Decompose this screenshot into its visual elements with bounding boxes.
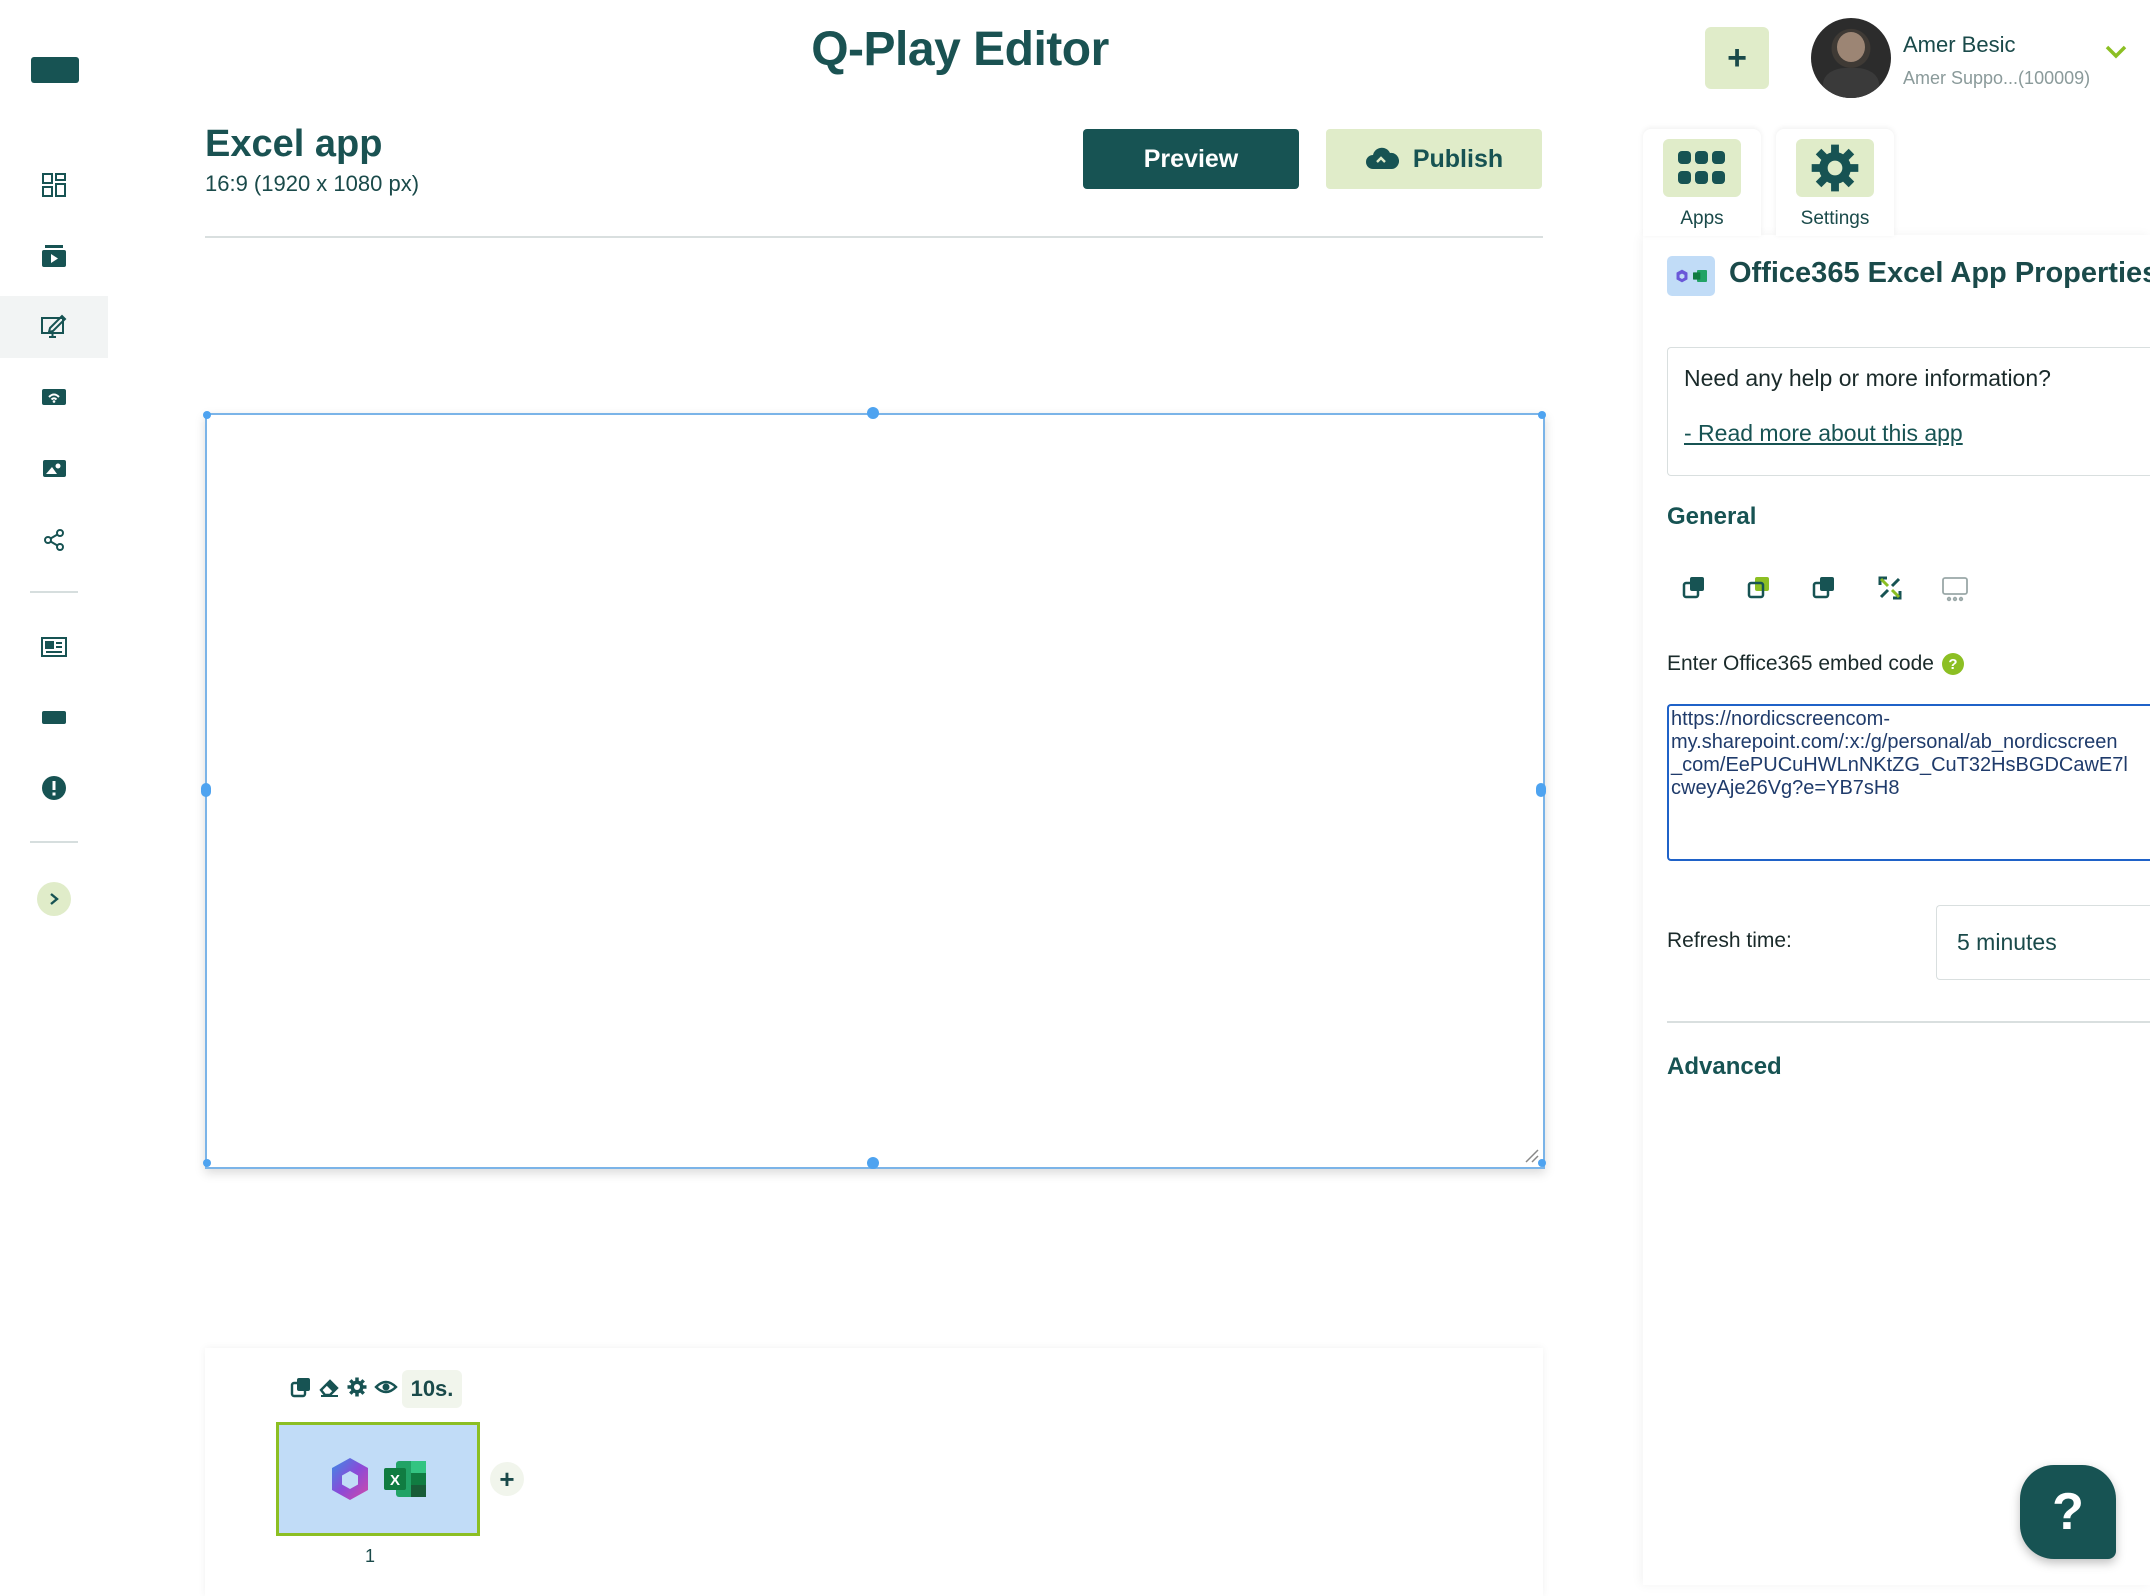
logo[interactable] [31, 57, 79, 83]
news-icon [41, 637, 67, 657]
office365-icon [1676, 269, 1687, 283]
embed-code-label-row: Enter Office365 embed code ? [1667, 652, 1964, 676]
general-heading: General [1667, 503, 1757, 530]
sidebar-item-news[interactable] [0, 616, 108, 678]
media-icon [42, 245, 66, 267]
resize-grip-icon[interactable] [1524, 1148, 1540, 1164]
resize-handle-top[interactable] [867, 407, 879, 419]
bring-forward-icon[interactable] [1680, 573, 1710, 603]
eye-icon[interactable] [374, 1376, 398, 1398]
embed-code-label: Enter Office365 embed code [1667, 652, 1934, 675]
slide-duration[interactable]: 10s. [402, 1370, 462, 1408]
slide-thumbnail[interactable]: X [276, 1422, 480, 1536]
user-name[interactable]: Amer Besic [1903, 32, 2015, 58]
svg-text:X: X [390, 1472, 400, 1489]
resize-handle-top-right[interactable] [1538, 411, 1546, 419]
sidebar-item-dashboard[interactable] [0, 154, 108, 216]
sidebar [0, 0, 108, 1596]
apps-grid-icon [1663, 139, 1741, 197]
resize-handle-left[interactable] [201, 783, 211, 797]
duplicate-icon[interactable] [290, 1376, 312, 1398]
sidebar-item-editor[interactable] [0, 296, 108, 358]
slide-number: 1 [365, 1546, 376, 1566]
dashboard-icon [42, 173, 66, 197]
preview-button[interactable]: Preview [1083, 129, 1299, 189]
cloud-upload-icon [1365, 147, 1399, 169]
publish-button[interactable]: Publish [1326, 129, 1542, 189]
duplicate-icon[interactable] [1810, 573, 1840, 603]
fullscreen-icon[interactable] [1875, 573, 1905, 603]
resize-handle-bottom[interactable] [867, 1157, 879, 1169]
tab-apps[interactable]: Apps [1643, 129, 1761, 236]
help-chat-button[interactable]: ? [2020, 1465, 2116, 1559]
tab-settings-label: Settings [1800, 208, 1870, 229]
editor-icon [41, 314, 67, 338]
sidebar-expand-button[interactable] [0, 868, 108, 930]
sidebar-item-media[interactable] [0, 225, 108, 287]
sidebar-item-share[interactable] [0, 509, 108, 571]
panel-divider [1667, 1021, 2150, 1023]
chevron-down-icon[interactable] [2104, 44, 2128, 60]
help-question: Need any help or more information? [1684, 365, 2051, 391]
sidebar-divider [30, 591, 78, 593]
advanced-heading[interactable]: Advanced [1667, 1053, 1782, 1081]
header-divider [205, 236, 1543, 238]
excel-icon [1692, 270, 1707, 282]
refresh-time-select[interactable]: 5 minutes [1936, 905, 2150, 980]
expand-icon [37, 882, 71, 916]
panel-title: Office365 Excel App Properties [1729, 257, 2150, 289]
screens-icon [42, 389, 66, 405]
publish-label: Publish [1412, 144, 1504, 173]
send-backward-icon[interactable] [1745, 573, 1775, 603]
display-icon [42, 711, 66, 724]
refresh-time-label: Refresh time: [1667, 929, 1792, 952]
alert-icon [42, 776, 66, 800]
screen-layout-icon[interactable] [1940, 573, 1970, 603]
excel-icon: X [384, 1461, 426, 1497]
resize-handle-top-left[interactable] [203, 411, 211, 419]
office365-icon [332, 1458, 368, 1500]
canvas-frame[interactable] [205, 413, 1545, 1169]
sidebar-item-gallery[interactable] [0, 438, 108, 500]
gear-icon [1796, 139, 1874, 197]
resize-handle-bottom-left[interactable] [203, 1159, 211, 1167]
resize-handle-right[interactable] [1536, 783, 1546, 797]
embed-code-textarea[interactable]: https://nordicscreencom- my.sharepoint.c… [1667, 704, 2150, 861]
avatar[interactable] [1811, 18, 1891, 98]
help-icon[interactable]: ? [1941, 653, 1964, 675]
document-resolution: 16:9 (1920 x 1080 px) [205, 171, 420, 196]
app-type-icon [1667, 256, 1715, 296]
sidebar-item-alert[interactable] [0, 757, 108, 819]
slide-toolbar [290, 1376, 398, 1398]
share-icon [44, 529, 64, 551]
sidebar-item-display[interactable] [0, 686, 108, 748]
eraser-icon[interactable] [318, 1376, 340, 1398]
add-slide-button[interactable]: + [490, 1462, 524, 1496]
gear-icon[interactable] [346, 1376, 368, 1398]
app-title: Q-Play Editor [811, 23, 1109, 76]
sidebar-divider [30, 841, 78, 843]
read-more-link[interactable]: - Read more about this app [1684, 420, 1963, 447]
tab-settings[interactable]: Settings [1776, 129, 1894, 236]
user-organization[interactable]: Amer Suppo...(100009) [1903, 68, 2090, 89]
add-button[interactable]: + [1705, 27, 1769, 89]
tab-apps-label: Apps [1680, 208, 1724, 229]
sidebar-item-screens[interactable] [0, 367, 108, 429]
document-title: Excel app [205, 123, 383, 165]
gallery-icon [43, 460, 66, 477]
general-toolbar [1680, 573, 1970, 603]
